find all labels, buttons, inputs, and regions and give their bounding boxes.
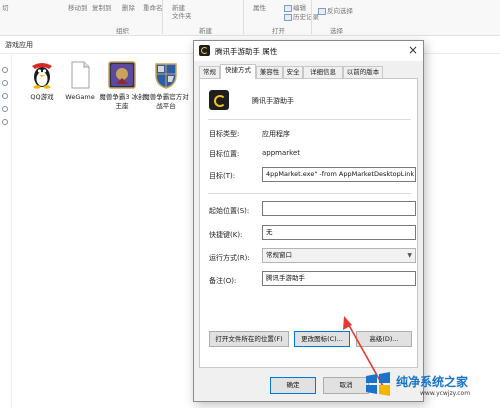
delete-button[interactable]: 删除	[122, 2, 135, 12]
file-label: WeGame	[65, 93, 95, 101]
advanced-button[interactable]: 高级(D)...	[356, 331, 412, 347]
explorer-ribbon: 切 移动到 复制到 删除 重命名 新建 文件夹 属性 编辑 历史记录 反向选择 …	[0, 0, 500, 36]
blank-document-icon	[65, 60, 95, 90]
pin-icon[interactable]	[2, 106, 8, 112]
file-item-wegame[interactable]: WeGame	[56, 60, 104, 102]
chevron-down-icon[interactable]: ▼	[407, 249, 412, 262]
comment-label: 备注(O):	[209, 277, 237, 285]
ribbon-divider	[311, 0, 312, 34]
app-name: 腾讯手游助手	[252, 97, 294, 105]
group-select-label: 选择	[330, 27, 343, 35]
tab-previous-versions[interactable]: 以前的版本	[343, 66, 383, 78]
current-folder-name: 游戏应用	[5, 41, 33, 49]
watermark-logo-icon	[366, 372, 390, 396]
target-type-label: 目标类型:	[209, 130, 240, 138]
warcraft-battle-platform-icon	[151, 60, 181, 90]
target-field[interactable]: 4ppMarket.exe" -from AppMarketDesktopLin…	[262, 167, 416, 182]
reverse-select-button[interactable]: 反向选择	[318, 5, 353, 15]
group-open-label: 打开	[272, 27, 285, 35]
file-item-warcraft-platform[interactable]: 魔兽争霸官方对战平台	[142, 60, 190, 111]
tab-compatibility[interactable]: 兼容性	[256, 66, 283, 78]
tab-shortcut[interactable]: 快捷方式	[220, 64, 256, 79]
navigation-pane[interactable]	[0, 55, 12, 408]
ribbon-divider	[162, 0, 163, 34]
shortcut-panel: 腾讯手游助手 目标类型: 应用程序 目标位置: appmarket 目标(T):…	[199, 78, 418, 368]
ok-button[interactable]: 确定	[270, 377, 316, 394]
cancel-button[interactable]: 取消	[323, 377, 369, 394]
properties-dialog[interactable]: 腾讯手游助手 属性 × 常规 快捷方式 兼容性 安全 详细信息 以前的版本 腾讯…	[193, 40, 424, 402]
pin-icon[interactable]	[2, 80, 8, 86]
watermark-brand: 纯净系统之家	[396, 375, 469, 389]
file-label: 魔兽争霸官方对战平台	[143, 93, 189, 110]
run-select-value: 常规窗口	[266, 251, 292, 259]
qq-game-penguin-icon	[27, 60, 57, 90]
divider	[208, 119, 411, 120]
history-icon	[284, 13, 292, 21]
tab-general[interactable]: 常规	[199, 66, 220, 78]
comment-field[interactable]: 腾讯手游助手	[262, 271, 416, 286]
hotkey-label: 快捷键(K):	[209, 231, 243, 239]
start-in-field[interactable]	[262, 201, 416, 216]
app-logo-icon	[199, 45, 210, 56]
pin-icon[interactable]	[2, 67, 8, 73]
rename-button[interactable]: 重命名	[143, 2, 163, 12]
watermark-url: www.ycwjzy.com	[420, 390, 471, 397]
start-in-label: 起始位置(S):	[209, 207, 250, 215]
close-icon[interactable]: ×	[405, 42, 421, 58]
target-location-label: 目标位置:	[209, 150, 240, 158]
warcraft-frozen-throne-icon	[107, 60, 137, 90]
open-file-location-button[interactable]: 打开文件所在的位置(F)	[209, 331, 289, 347]
move-to-button[interactable]: 移动到	[68, 2, 88, 12]
target-label: 目标(T):	[209, 172, 236, 180]
run-select[interactable]: 常规窗口 ▼	[262, 248, 416, 263]
file-item-warcraft3[interactable]: 魔兽争霸3 冰封王座	[98, 60, 146, 111]
file-label: 魔兽争霸3 冰封王座	[99, 93, 145, 110]
group-organize-label: 组织	[116, 27, 129, 35]
app-shortcut-icon	[209, 90, 229, 110]
divider	[208, 193, 411, 194]
dialog-title: 腾讯手游助手 属性	[215, 47, 278, 56]
target-location-value: appmarket	[262, 149, 301, 157]
tab-details[interactable]: 详细信息	[303, 66, 343, 78]
cut-edge-label: 切	[2, 4, 9, 12]
copy-to-button[interactable]: 复制到	[92, 2, 112, 12]
pin-icon[interactable]	[2, 93, 8, 99]
tab-security[interactable]: 安全	[283, 66, 303, 78]
new-folder-line2[interactable]: 文件夹	[172, 10, 192, 20]
reverse-select-icon	[318, 7, 326, 15]
group-new-label: 新建	[199, 27, 212, 35]
change-icon-button[interactable]: 更改图标(C)...	[294, 331, 350, 347]
hotkey-field[interactable]: 无	[262, 225, 416, 240]
pin-icon[interactable]	[2, 119, 8, 125]
dialog-titlebar[interactable]: 腾讯手游助手 属性 ×	[194, 41, 423, 61]
target-type-value: 应用程序	[262, 130, 290, 138]
properties-button[interactable]: 属性	[253, 2, 266, 12]
ribbon-divider	[243, 0, 244, 34]
history-button[interactable]: 历史记录	[284, 11, 319, 21]
run-label: 运行方式(R):	[209, 254, 250, 262]
